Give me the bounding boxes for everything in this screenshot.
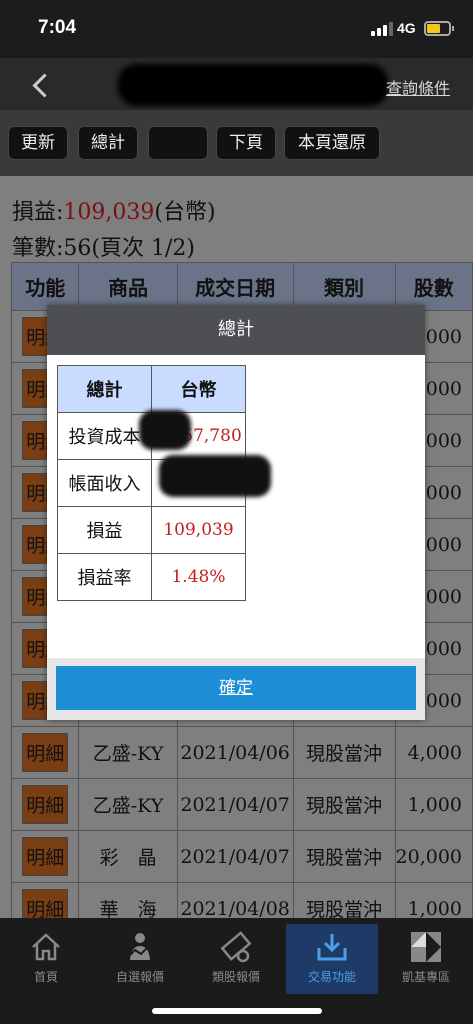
tab-label: 首頁 xyxy=(33,970,58,984)
row-label: 損益 xyxy=(57,506,152,554)
type-cell: 現股當沖 xyxy=(292,830,396,883)
total-row-pnl: 損益 109,039 xyxy=(57,506,246,554)
next-page-button[interactable]: 下頁 xyxy=(216,126,276,160)
detail-button[interactable]: 明細 xyxy=(22,837,69,876)
row-label: 損益率 xyxy=(57,553,152,601)
total-modal: 總計 總計 台幣 投資成本 7,357,780 帳面收入 9 損益 109,03… xyxy=(47,305,425,720)
total-row-pnl-rate: 損益率 1.48% xyxy=(57,553,246,601)
query-conditions-link[interactable]: 查詢條件 xyxy=(386,75,450,99)
date-cell: 2021/04/07 xyxy=(176,778,294,831)
pnl-unit: (台幣) xyxy=(154,200,216,225)
redaction-mark xyxy=(159,455,271,497)
tab-trading[interactable]: 交易功能 xyxy=(286,924,378,994)
tab-home[interactable]: 首頁 xyxy=(0,924,92,994)
total-col-header: 總計 xyxy=(57,365,152,413)
redacted-title xyxy=(118,64,388,106)
pnl-label: 損益: xyxy=(12,200,64,225)
type-cell: 現股當沖 xyxy=(292,882,396,918)
battery-icon xyxy=(424,21,454,36)
detail-button[interactable]: 明細 xyxy=(22,785,69,824)
currency-col-header: 台幣 xyxy=(151,365,246,413)
modal-body: 總計 台幣 投資成本 7,357,780 帳面收入 9 損益 109,039 損… xyxy=(47,355,425,658)
col-header-type: 類別 xyxy=(292,262,396,311)
signal-icon xyxy=(371,22,393,36)
table-row[interactable]: 明細 乙盛-KY 2021/04/07 現股當沖 1,000 xyxy=(10,778,473,831)
shares-cell: 4,000 xyxy=(394,726,473,779)
restore-page-button[interactable]: 本頁還原 xyxy=(284,126,380,160)
confirm-button[interactable]: 確定 xyxy=(56,666,416,710)
detail-button[interactable]: 明細 xyxy=(22,889,69,918)
table-row[interactable]: 明細 乙盛-KY 2021/04/06 現股當沖 4,000 xyxy=(10,726,473,779)
nav-bar: 查詢條件 xyxy=(0,58,473,110)
modal-title: 總計 xyxy=(47,305,425,355)
home-icon xyxy=(29,930,63,964)
film-strip-icon xyxy=(219,930,253,964)
kgi-logo-icon xyxy=(409,930,443,964)
type-cell: 現股當沖 xyxy=(292,778,396,831)
network-type: 4G xyxy=(397,20,416,36)
toolbar: 更新 總計 下頁 本頁還原 xyxy=(0,110,473,176)
col-header-product: 商品 xyxy=(78,262,178,311)
refresh-button[interactable]: 更新 xyxy=(8,126,68,160)
status-bar: 7:04 4G xyxy=(0,0,473,58)
tab-watchlist[interactable]: 自選報價 xyxy=(94,924,186,994)
col-header-function: 功能 xyxy=(10,262,80,311)
redaction-mark xyxy=(139,410,191,450)
person-chart-icon xyxy=(123,930,157,964)
pnl-summary: 損益:109,039(台幣) xyxy=(12,194,216,226)
col-header-shares: 股數 xyxy=(394,262,473,311)
shares-cell: 20,000 xyxy=(394,830,473,883)
table-row[interactable]: 明細 彩 晶 2021/04/07 現股當沖 20,000 xyxy=(10,830,473,883)
tray-download-icon xyxy=(315,930,349,964)
date-cell: 2021/04/08 xyxy=(176,882,294,918)
total-button[interactable]: 總計 xyxy=(78,126,138,160)
date-cell: 2021/04/06 xyxy=(176,726,294,779)
pnl-value: 109,039 xyxy=(63,200,155,225)
row-label: 帳面收入 xyxy=(57,459,152,507)
product-cell: 彩 晶 xyxy=(78,830,178,883)
product-cell: 乙盛-KY xyxy=(78,726,178,779)
row-value: 1.48% xyxy=(151,553,246,601)
product-cell: 乙盛-KY xyxy=(78,778,178,831)
status-time: 7:04 xyxy=(38,17,77,38)
type-cell: 現股當沖 xyxy=(292,726,396,779)
tab-label: 類股報價 xyxy=(211,970,260,984)
table-row[interactable]: 明細 華 海 2021/04/08 現股當沖 1,000 xyxy=(10,882,473,918)
record-count: 筆數:56(頁次 1/2) xyxy=(12,236,195,261)
tab-label: 凱基專區 xyxy=(401,970,450,984)
row-value: 109,039 xyxy=(151,506,246,554)
tab-sector-quotes[interactable]: 類股報價 xyxy=(190,924,282,994)
product-cell: 華 海 xyxy=(78,882,178,918)
row-label: 投資成本 xyxy=(57,412,152,460)
tab-kgi-zone[interactable]: 凱基專區 xyxy=(380,924,472,994)
tab-label: 交易功能 xyxy=(307,970,356,984)
home-indicator xyxy=(152,1008,322,1014)
tab-label: 自選報價 xyxy=(115,970,164,984)
modal-footer: 確定 xyxy=(47,658,425,720)
shares-cell: 1,000 xyxy=(394,778,473,831)
shares-cell: 1,000 xyxy=(394,882,473,918)
col-header-date: 成交日期 xyxy=(176,262,294,311)
date-cell: 2021/04/07 xyxy=(176,830,294,883)
detail-button[interactable]: 明細 xyxy=(22,733,69,772)
prev-page-button[interactable] xyxy=(148,126,208,160)
back-button[interactable] xyxy=(22,66,58,102)
